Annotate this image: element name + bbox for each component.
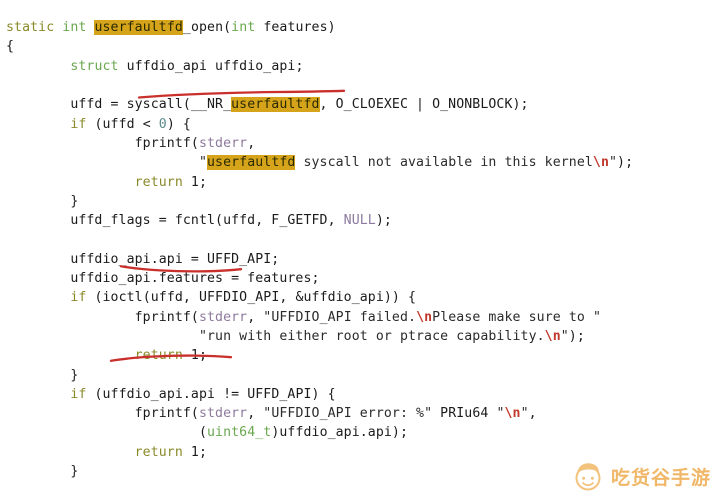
code-line: uffdio_api.features = features;: [6, 271, 320, 287]
code-line: if (uffd < 0) {: [70, 116, 191, 132]
search-match-highlight: userfaultfd: [94, 20, 183, 36]
code-line: return 1;: [134, 348, 208, 364]
code-line: uffd = syscall(__NR_userfaultfd, O_CLOEX…: [6, 97, 529, 113]
code-line: uffd_flags = fcntl(uffd, F_GETFD, NULL);: [6, 213, 392, 229]
watermark: 吃货谷手游: [570, 458, 711, 498]
watermark-text: 吃货谷手游: [610, 466, 711, 489]
code-line: "userfaultfd syscall not available in th…: [198, 155, 634, 171]
code-line: uffdio_api.api = UFFD_API;: [6, 251, 280, 267]
code-line: }: [6, 367, 79, 383]
code-line: {: [6, 39, 15, 55]
code-line: (uint64_t)uffdio_api.api);: [6, 425, 409, 441]
code-line: if (uffdio_api.api != UFFD_API) {: [70, 386, 336, 402]
code-line: fprintf(stderr,: [6, 135, 256, 151]
search-match-highlight: userfaultfd: [231, 97, 320, 113]
code-line: static int userfaultfd_open(int features…: [6, 20, 336, 36]
code-screenshot: static int userfaultfd_open(int features…: [0, 0, 717, 500]
code-line: fprintf(stderr, "UFFDIO_API failed.\nPle…: [6, 309, 601, 325]
code-line: if (ioctl(uffd, UFFDIO_API, &uffdio_api)…: [70, 290, 417, 306]
code-viewer[interactable]: static int userfaultfd_open(int features…: [0, 13, 717, 500]
search-match-highlight: userfaultfd: [207, 155, 296, 171]
code-line: return 1;: [134, 174, 208, 190]
code-line: }: [6, 193, 79, 209]
code-line: struct uffdio_api uffdio_api;: [70, 58, 304, 74]
code-line: "run with either root or ptrace capabili…: [198, 328, 585, 344]
code-line: fprintf(stderr, "UFFDIO_API error: %" PR…: [6, 406, 537, 422]
smiling-face-icon: [570, 458, 606, 498]
